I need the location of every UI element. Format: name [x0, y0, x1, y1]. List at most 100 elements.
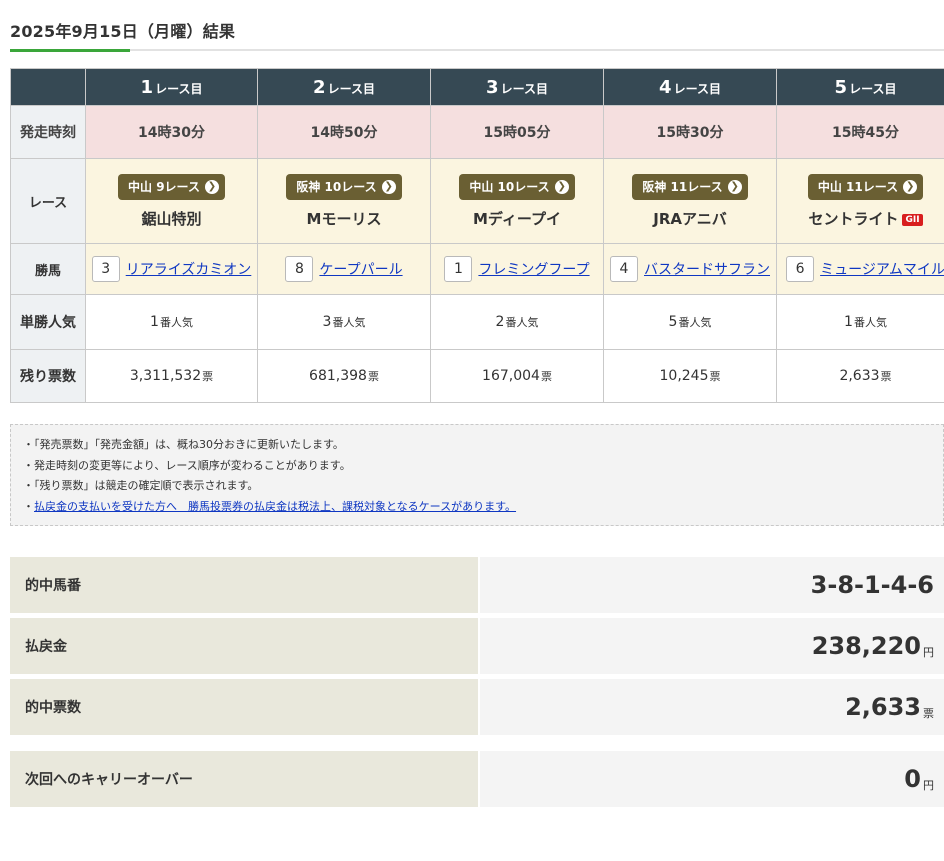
winner-label: 勝馬 [10, 243, 86, 295]
race-name-text: JRAアニバ [653, 209, 727, 228]
chevron-right-circle-icon: ❯ [381, 179, 396, 194]
header-divider [10, 49, 944, 51]
venue-race-text: 阪神 10レース [296, 180, 377, 194]
horse-number-box: 4 [610, 256, 638, 282]
carryover-value: 0 [904, 765, 921, 793]
popularity-unit: 番人気 [678, 316, 712, 329]
race-header-5: 5 レース目 [776, 68, 944, 106]
winning-votes-row: 的中票数 2,633 票 [10, 679, 944, 735]
race-name: JRAアニバ [604, 208, 776, 229]
note-item: 「残り票数」は競走の確定順で表示されます。 [23, 476, 931, 497]
horse-number-box: 8 [285, 256, 314, 282]
venue-race-text: 中山 11レース [817, 180, 899, 194]
venue-race-button[interactable]: 阪神 11レース ❯ [632, 173, 748, 200]
venue-race-button[interactable]: 中山 9レース ❯ [118, 173, 225, 200]
horse-name-link[interactable]: フレミングフープ [478, 259, 589, 279]
horse-name-link[interactable]: ミュージアムマイル [820, 259, 944, 279]
winning-votes-value: 2,633 [845, 693, 921, 721]
winner-cell: 8 ケープパール [257, 243, 431, 295]
page-title: 2025年9月15日（月曜）結果 [10, 22, 236, 41]
popularity-number: 2 [495, 314, 505, 330]
chevron-right-circle-icon: ❯ [903, 179, 918, 194]
race-header-4: 4 レース目 [603, 68, 777, 106]
race-header-1: 1 レース目 [85, 68, 258, 106]
popularity-unit: 番人気 [332, 316, 366, 329]
votes-value: 2,633 [839, 368, 880, 384]
votes-unit: 票 [880, 370, 892, 383]
popularity-cell: 1番人気 [85, 294, 258, 350]
remaining-votes-cell: 167,004票 [430, 349, 604, 403]
popularity-unit: 番人気 [853, 316, 887, 329]
venue-race-text: 中山 9レース [128, 180, 200, 194]
race-number: 3 [486, 76, 499, 98]
payout-unit: 円 [923, 646, 934, 659]
venue-race-text: 阪神 11レース [642, 180, 723, 194]
venue-race-button[interactable]: 中山 10レース ❯ [459, 173, 575, 200]
summary-panel: 的中馬番 3-8-1-4-6 払戻金 238,220 円 的中票数 2,633 票 … [10, 557, 944, 812]
page-header: 2025年9月15日（月曜）結果 [0, 0, 944, 52]
votes-value: 681,398 [309, 368, 367, 384]
popularity-unit: 番人気 [159, 316, 193, 329]
winning-votes-value-cell: 2,633 票 [480, 679, 944, 735]
popularity-number: 5 [668, 314, 678, 330]
race-name: セントライト GII [777, 208, 944, 229]
header-accent-bar [10, 49, 130, 52]
winning-combination-value-cell: 3-8-1-4-6 [480, 557, 944, 613]
popularity-label: 単勝人気 [10, 294, 86, 350]
winner-cell: 4 バスタードサフラン [603, 243, 777, 295]
carryover-unit: 円 [923, 779, 934, 792]
remaining-votes-cell: 3,311,532票 [85, 349, 258, 403]
horse-number-box: 3 [91, 256, 120, 282]
votes-unit: 票 [709, 370, 721, 383]
chevron-right-circle-icon: ❯ [204, 179, 219, 194]
popularity-number: 1 [844, 314, 853, 330]
race-suffix: レース目 [327, 81, 375, 96]
venue-race-button[interactable]: 阪神 10レース ❯ [286, 173, 402, 200]
race-row: レース 中山 9レース ❯ 鋸山特別 阪神 10レース ❯ Mモーリス 中山 10レ… [10, 158, 944, 244]
race-cell: 中山 9レース ❯ 鋸山特別 [85, 158, 258, 244]
popularity-cell: 1番人気 [776, 294, 944, 350]
notes-box: 「発売票数」「発売金額」は、概ね30分おきに更新いたします。 発走時刻の変更等に… [10, 424, 944, 526]
race-name-text: 鋸山特別 [141, 209, 202, 228]
venue-race-button[interactable]: 中山 11レース ❯ [807, 173, 924, 200]
race-name-text: Mディープイ [473, 209, 561, 228]
race-name-text: Mモーリス [306, 209, 382, 228]
race-cell: 中山 11レース ❯ セントライト GII [776, 158, 944, 244]
winning-votes-label: 的中票数 [10, 679, 478, 735]
horse-name-link[interactable]: リアライズカミオン [126, 259, 252, 279]
votes-unit: 票 [540, 370, 552, 383]
race-suffix: レース目 [155, 81, 203, 96]
race-header-row: 1 レース目 2 レース目 3 レース目 4 レース目 5 レース目 [10, 68, 944, 106]
start-time-label: 発走時刻 [10, 105, 86, 159]
results-table: 1 レース目 2 レース目 3 レース目 4 レース目 5 レース目 発走時刻 14時30… [10, 68, 944, 403]
race-suffix: レース目 [849, 81, 897, 96]
winner-row: 勝馬 3 リアライズカミオン 8 ケープパール 1 フレミングフープ 4 バスタードサフ… [10, 243, 944, 295]
popularity-cell: 5番人気 [603, 294, 777, 350]
popularity-cell: 3番人気 [257, 294, 431, 350]
payout-value-cell: 238,220 円 [480, 618, 944, 674]
votes-value: 10,245 [659, 368, 709, 384]
race-cell: 阪神 10レース ❯ Mモーリス [257, 158, 431, 244]
horse-name-link[interactable]: バスタードサフラン [644, 259, 770, 279]
winning-votes-unit: 票 [923, 707, 934, 720]
tax-notice-link[interactable]: 払戻金の支払いを受けた方へ 勝馬投票券の払戻金は税法上、課税対象となるケースがあ… [34, 500, 516, 513]
table-corner [10, 68, 86, 106]
race-number: 5 [834, 76, 848, 98]
remaining-votes-cell: 10,245票 [603, 349, 777, 403]
horse-number-box: 1 [444, 256, 473, 282]
payout-row: 払戻金 238,220 円 [10, 618, 944, 674]
race-name: Mモーリス [258, 208, 430, 229]
winning-combination-label: 的中馬番 [10, 557, 478, 613]
votes-unit: 票 [367, 370, 379, 383]
popularity-row: 単勝人気 1番人気 3番人気 2番人気 5番人気 1番人気 [10, 294, 944, 350]
notes-list: 「発売票数」「発売金額」は、概ね30分おきに更新いたします。 発走時刻の変更等に… [23, 435, 931, 517]
note-item: 「発売票数」「発売金額」は、概ね30分おきに更新いたします。 [23, 435, 931, 456]
chevron-right-circle-icon: ❯ [727, 179, 742, 194]
remaining-votes-label: 残り票数 [10, 349, 86, 403]
start-time-cell: 14時50分 [257, 105, 431, 159]
remaining-votes-cell: 2,633票 [776, 349, 944, 403]
horse-name-link[interactable]: ケープパール [319, 259, 402, 279]
winning-combination-value: 3-8-1-4-6 [810, 571, 934, 599]
carryover-value-cell: 0円 [480, 751, 944, 807]
race-label: レース [10, 158, 86, 244]
